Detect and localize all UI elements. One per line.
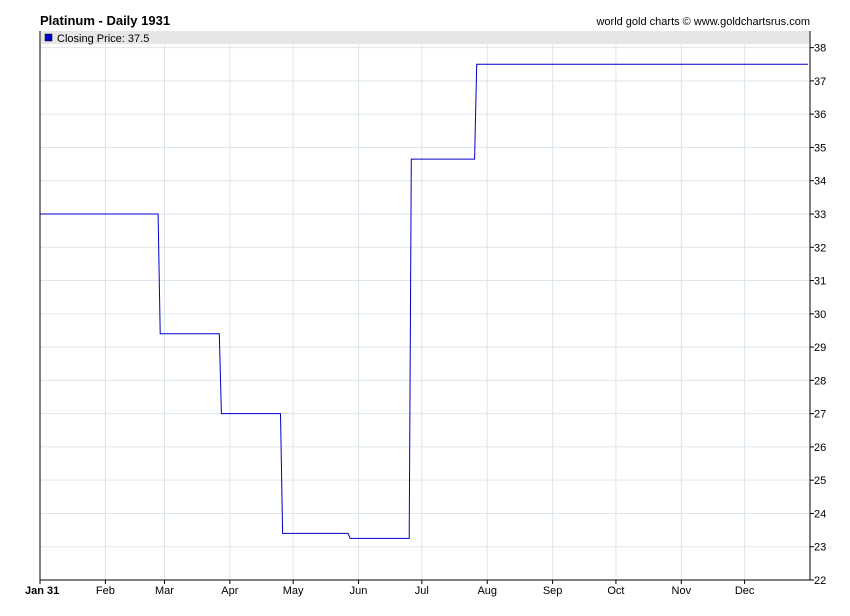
legend-bar bbox=[41, 31, 809, 44]
x-tick-label: Aug bbox=[477, 585, 497, 597]
y-tick-label: 37 bbox=[814, 76, 826, 88]
y-tick-label: 31 bbox=[814, 276, 826, 288]
x-tick-label: Apr bbox=[221, 585, 238, 597]
y-tick-label: 35 bbox=[814, 142, 826, 154]
y-tick-label: 36 bbox=[814, 109, 826, 121]
y-tick-label: 34 bbox=[814, 176, 826, 188]
x-tick-label: May bbox=[283, 585, 304, 597]
x-tick-label: Nov bbox=[672, 585, 692, 597]
y-tick-label: 32 bbox=[814, 242, 826, 254]
y-tick-label: 27 bbox=[814, 409, 826, 421]
x-axis-ticks: Jan 31 Feb Mar Apr May Jun Jul Aug Sep Oct Nov Dec bbox=[25, 580, 755, 597]
y-axis-ticks: 22 23 24 25 26 27 28 29 30 31 32 33 34 35 36 37 38 bbox=[810, 43, 826, 587]
y-tick-label: 26 bbox=[814, 442, 826, 454]
grid bbox=[39, 31, 810, 581]
legend-label: Closing Price: 37.5 bbox=[57, 33, 149, 45]
y-tick-label: 38 bbox=[814, 43, 826, 55]
legend-swatch bbox=[44, 33, 53, 42]
x-tick-label: Jul bbox=[415, 585, 429, 597]
series-line-closing-price bbox=[40, 63, 808, 539]
y-tick-label: 22 bbox=[814, 575, 826, 587]
x-tick-label: Feb bbox=[96, 585, 115, 597]
y-tick-label: 23 bbox=[814, 542, 826, 554]
x-tick-label: Mar bbox=[155, 585, 174, 597]
y-tick-label: 28 bbox=[814, 375, 826, 387]
x-tick-label: Jun bbox=[350, 585, 368, 597]
x-tick-label: Sep bbox=[543, 585, 563, 597]
y-tick-label: 33 bbox=[814, 209, 826, 221]
y-tick-label: 24 bbox=[814, 508, 826, 520]
series-layer bbox=[40, 63, 808, 539]
price-chart: Closing Price: 37.5 Platinum - Daily 193… bbox=[25, 13, 826, 597]
x-tick-label: Dec bbox=[735, 585, 755, 597]
chart-container: Closing Price: 37.5 Platinum - Daily 193… bbox=[0, 0, 850, 616]
chart-title: Platinum - Daily 1931 bbox=[40, 13, 170, 28]
y-tick-label: 30 bbox=[814, 309, 826, 321]
x-tick-label: Jan 31 bbox=[25, 585, 59, 597]
chart-credit: world gold charts © www.goldchartsrus.co… bbox=[595, 16, 810, 28]
y-tick-label: 25 bbox=[814, 475, 826, 487]
x-tick-label: Oct bbox=[607, 585, 624, 597]
y-tick-label: 29 bbox=[814, 342, 826, 354]
